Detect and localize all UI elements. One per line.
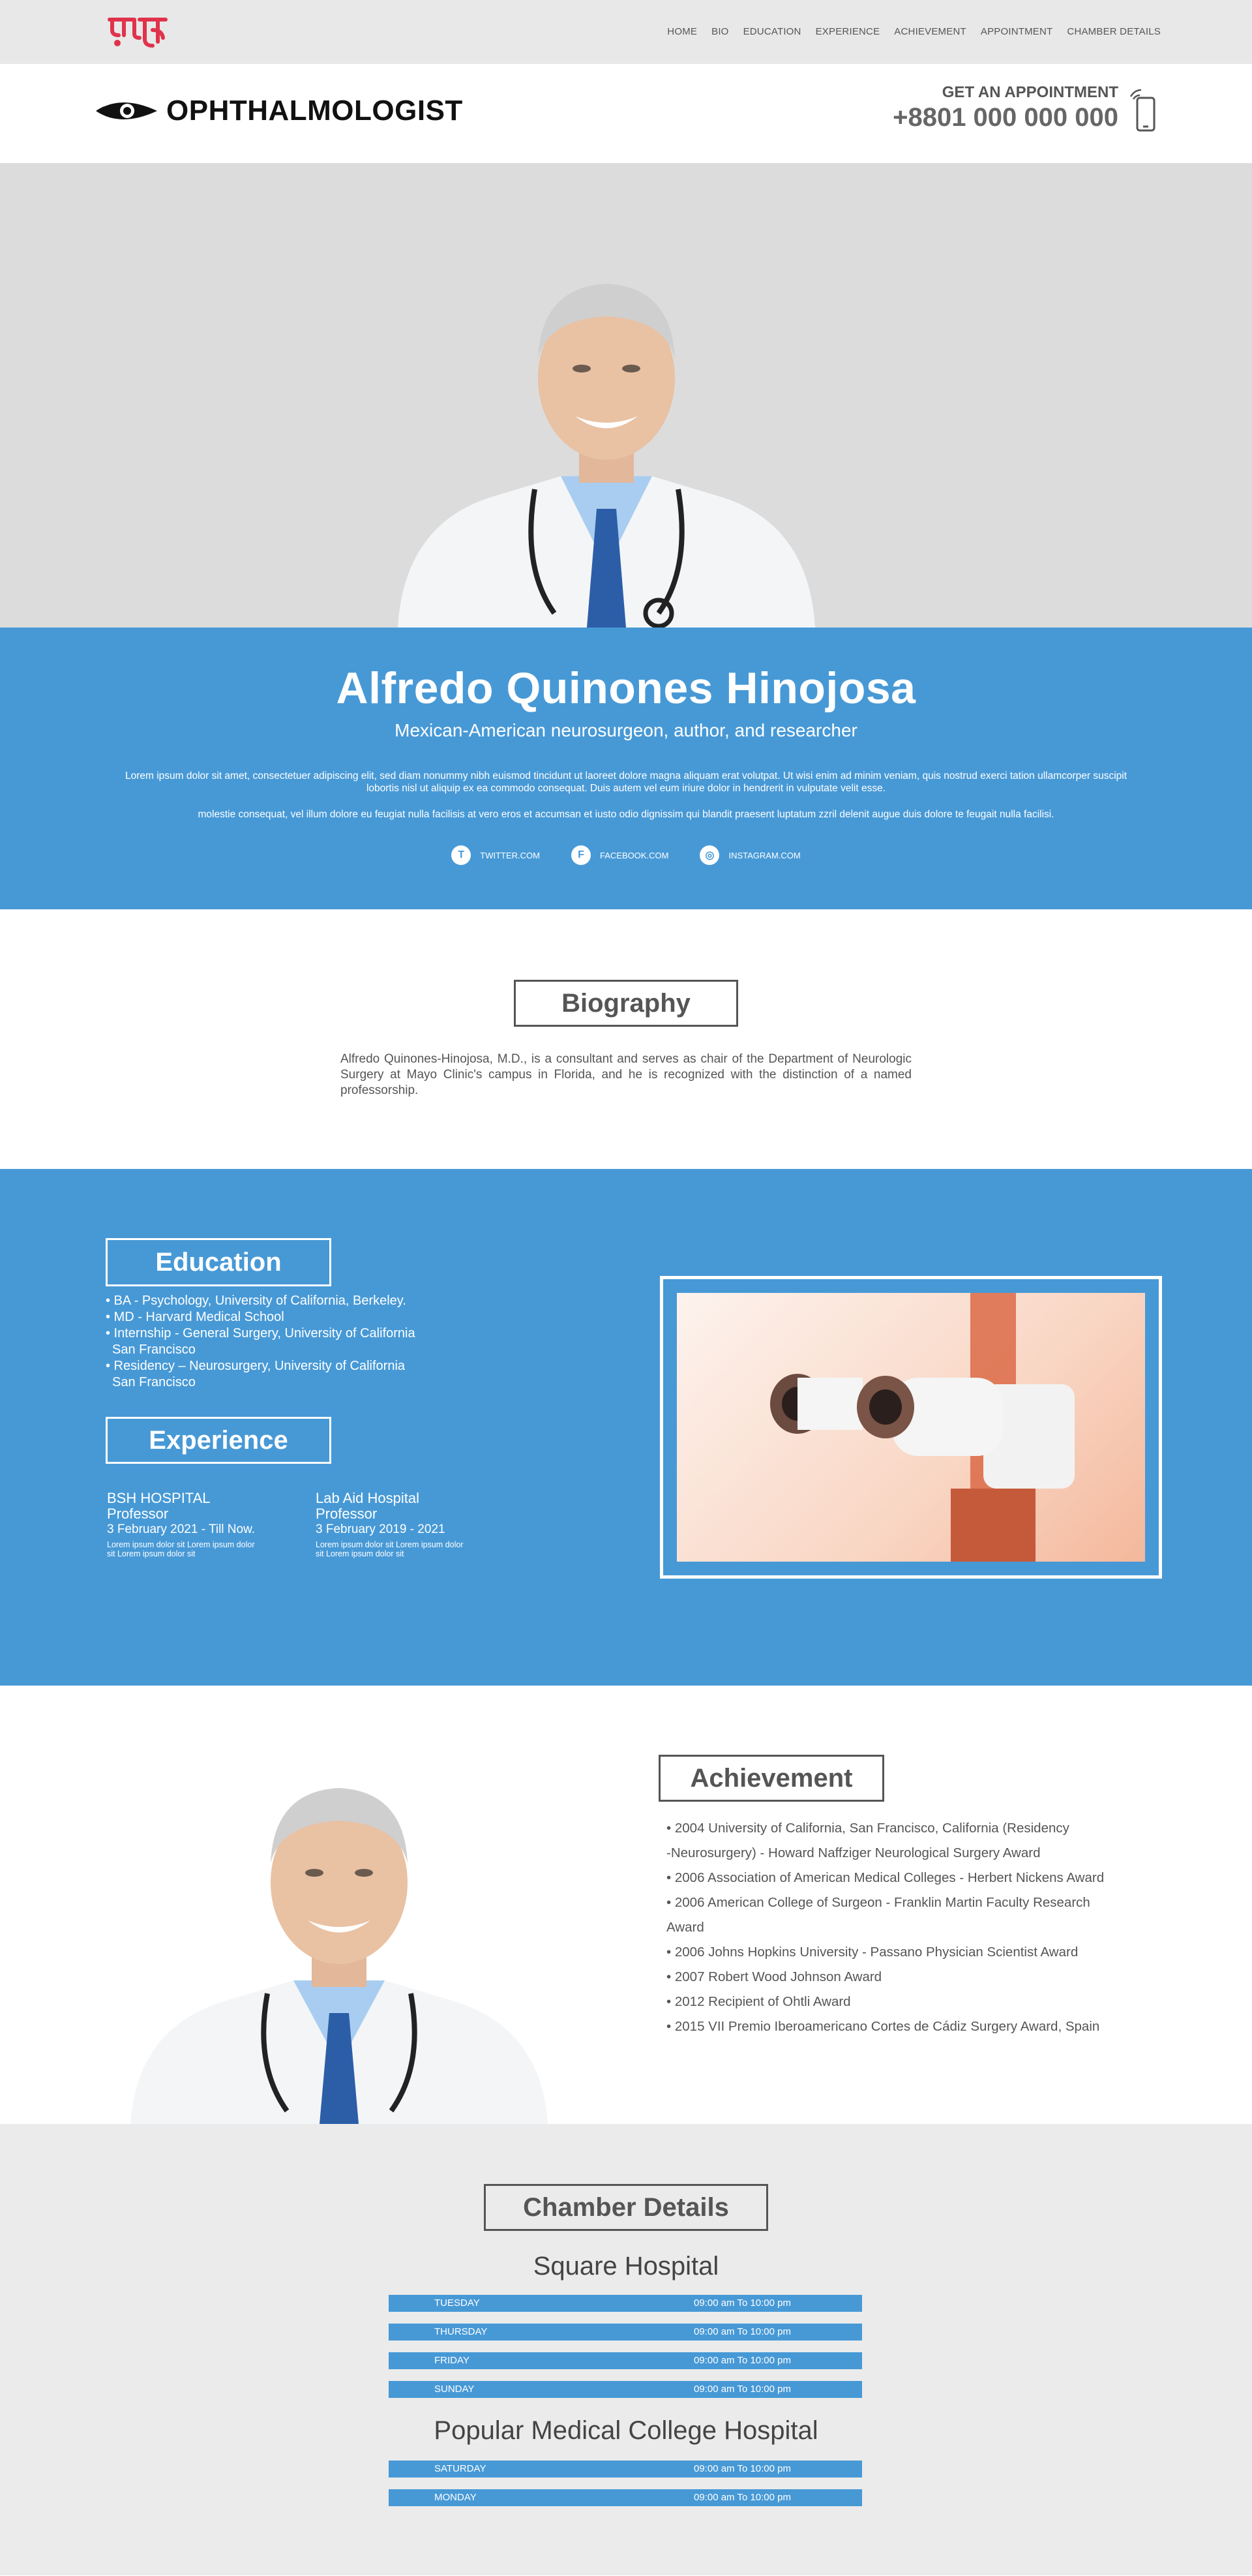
biography-section: Biography Alfredo Quinones-Hinojosa, M.D… [0,909,1252,1169]
biography-text: Alfredo Quinones-Hinojosa, M.D., is a co… [340,1052,912,1097]
achievement-item: • 2015 VII Premio Iberoamericano Cortes … [666,2019,1100,2034]
education-item: San Francisco [112,1342,196,1357]
schedule-time: 09:00 am To 10:00 pm [694,2492,791,2503]
twitter-icon: t [451,845,471,865]
education-experience-section: Education • BA - Psychology, University … [0,1169,1252,1686]
schedule-row: SUNDAY 09:00 am To 10:00 pm [389,2381,862,2398]
schedule-day: FRIDAY [434,2355,470,2366]
schedule-time: 09:00 am To 10:00 pm [694,2384,791,2395]
nav-home[interactable]: HOME [667,26,697,37]
nav-bio[interactable]: BIO [711,26,728,37]
schedule-row: TUESDAY 09:00 am To 10:00 pm [389,2295,862,2312]
twitter-label: TWITTER.COM [480,850,540,860]
doctor-portrait-2 [130,1788,548,2124]
schedule-row: SATURDAY 09:00 am To 10:00 pm [389,2461,862,2478]
main-nav: HOME BIO EDUCATION EXPERIENCE ACHIEVEMEN… [667,26,1161,37]
appointment-info: GET AN APPOINTMENT +8801 000 000 000 [893,83,1118,132]
facebook-label: FACEBOOK.COM [599,850,669,860]
top-navbar: HOME BIO EDUCATION EXPERIENCE ACHIEVEMEN… [0,0,1252,64]
experience-note: Lorem ipsum dolor sit Lorem ipsum dolor … [316,1540,464,1558]
experience-org: Lab Aid Hospital [316,1490,419,1506]
doctor-subtitle: Mexican-American neurosurgeon, author, a… [395,720,857,740]
chamber-heading: Chamber Details [484,2184,768,2231]
achievement-list: • 2004 University of California, San Fra… [659,1816,1154,2039]
intro-paragraph-2: molestie consequat, vel illum dolore eu … [198,809,1054,820]
page: HOME BIO EDUCATION EXPERIENCE ACHIEVEMEN… [0,0,1252,2576]
twitter-link[interactable]: t TWITTER.COM [451,845,540,865]
schedule-day: TUESDAY [434,2297,480,2309]
facebook-link[interactable]: f FACEBOOK.COM [571,845,668,865]
appointment-phone[interactable]: +8801 000 000 000 [893,103,1118,132]
experience-role: Professor [107,1506,169,1522]
brand-name: OPHTHALMOLOGIST [166,95,463,127]
schedule-day: SUNDAY [434,2384,475,2395]
education-item: • BA - Psychology, University of Califor… [106,1294,406,1308]
achievement-item: Award [666,1920,704,1935]
nav-education[interactable]: EDUCATION [743,26,801,37]
achievement-item: -Neurosurgery) - Howard Naffziger Neurol… [666,1845,1041,1860]
profile-intro: Alfredo Quinones Hinojosa Mexican-Americ… [0,628,1252,909]
doctor-portrait [398,284,815,628]
doctor-name: Alfredo Quinones Hinojosa [336,663,916,713]
nav-chamber-details[interactable]: CHAMBER DETAILS [1067,26,1161,37]
experience-item: Lab Aid Hospital Professor 3 February 20… [316,1490,472,1559]
schedule-time: 09:00 am To 10:00 pm [694,2463,791,2474]
social-links: t TWITTER.COM f FACEBOOK.COM ◎ INSTAGRAM… [0,845,1252,865]
equipment-photo-frame [660,1276,1162,1579]
schedule-time: 09:00 am To 10:00 pm [694,2355,791,2366]
brand[interactable]: OPHTHALMOLOGIST [95,93,463,129]
achievement-item: • 2012 Recipient of Ohtli Award [666,1994,851,2009]
site-logo[interactable] [104,10,172,52]
achievement-item: • 2006 American College of Surgeon - Fra… [666,1895,1090,1910]
education-item: • Internship - General Surgery, Universi… [106,1326,415,1341]
schedule-time: 09:00 am To 10:00 pm [694,2297,791,2309]
appointment-label: GET AN APPOINTMENT [942,83,1118,101]
instagram-link[interactable]: ◎ INSTAGRAM.COM [700,845,801,865]
experience-item: BSH HOSPITAL Professor 3 February 2021 -… [107,1490,263,1559]
experience-dates: 3 February 2019 - 2021 [316,1523,445,1536]
education-item: • Residency – Neurosurgery, University o… [106,1359,406,1373]
eye-icon [96,100,157,119]
nav-experience[interactable]: EXPERIENCE [816,26,880,37]
hospital-name: Square Hospital [533,2252,719,2281]
achievement-heading: Achievement [659,1755,884,1802]
schedule-day: THURSDAY [434,2326,488,2337]
achievement-section: Achievement • 2004 University of Califor… [0,1686,1252,2124]
experience-org: BSH HOSPITAL [107,1490,211,1506]
nav-appointment[interactable]: APPOINTMENT [981,26,1053,37]
schedule-time: 09:00 am To 10:00 pm [694,2326,791,2337]
schedule-day: MONDAY [434,2492,477,2503]
instagram-icon: ◎ [700,845,720,865]
header: OPHTHALMOLOGIST GET AN APPOINTMENT +8801… [0,64,1252,163]
experience-note: Lorem ipsum dolor sit Lorem ipsum dolor … [107,1540,255,1558]
education-heading: Education [106,1238,331,1286]
hero-section [0,163,1252,628]
chamber-details-section: Chamber Details Square Hospital TUESDAY … [0,2124,1252,2575]
education-list: • BA - Psychology, University of Califor… [106,1293,415,1391]
schedule-table: SATURDAY 09:00 am To 10:00 pm MONDAY 09:… [389,2461,862,2518]
education-item: • MD - Harvard Medical School [106,1310,284,1324]
phone-icon [1129,89,1155,132]
achievement-item: • 2006 Association of American Medical C… [666,1870,1105,1885]
nav-achievement[interactable]: ACHIEVEMENT [894,26,966,37]
intro-paragraph: Lorem ipsum dolor sit amet, consectetuer… [125,770,1127,794]
instagram-label: INSTAGRAM.COM [728,850,801,860]
schedule-day: SATURDAY [434,2463,486,2474]
experience-heading: Experience [106,1417,331,1464]
experience-role: Professor [316,1506,378,1522]
achievement-item: • 2007 Robert Wood Johnson Award [666,1969,882,1984]
schedule-row: FRIDAY 09:00 am To 10:00 pm [389,2352,862,2369]
achievement-item: • 2004 University of California, San Fra… [666,1821,1069,1836]
schedule-table: TUESDAY 09:00 am To 10:00 pm THURSDAY 09… [389,2295,862,2410]
experience-dates: 3 February 2021 - Till Now. [107,1523,256,1536]
facebook-icon: f [571,845,591,865]
achievement-item: • 2006 Johns Hopkins University - Passan… [666,1945,1079,1960]
hospital-name: Popular Medical College Hospital [434,2416,818,2445]
schedule-row: MONDAY 09:00 am To 10:00 pm [389,2489,862,2506]
schedule-row: THURSDAY 09:00 am To 10:00 pm [389,2324,862,2341]
biography-heading: Biography [514,980,738,1027]
education-item: San Francisco [112,1375,196,1389]
slit-lamp-image [677,1293,1145,1562]
